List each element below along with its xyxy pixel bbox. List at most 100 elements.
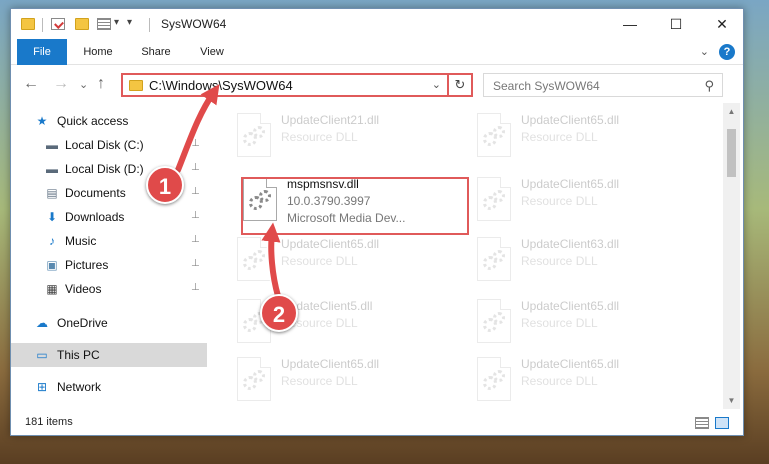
search-placeholder: Search SysWOW64 bbox=[493, 79, 600, 93]
address-bar[interactable]: C:\Windows\SysWOW64 ⌄ ↻ bbox=[121, 73, 473, 97]
file-name: UpdateClient65.dll bbox=[521, 299, 620, 313]
file-type: Resource DLL bbox=[281, 130, 358, 144]
dll-file-icon bbox=[477, 237, 511, 281]
file-item[interactable]: UpdateClient65.dll Resource DLL bbox=[471, 353, 691, 409]
selection-highlight bbox=[241, 177, 469, 235]
vertical-scrollbar[interactable]: ▲ ▼ bbox=[723, 103, 740, 409]
sidebar-item-label: Pictures bbox=[65, 258, 109, 272]
sidebar-item-quick-access[interactable]: ★ Quick access bbox=[11, 109, 207, 133]
file-item[interactable]: UpdateClient65.dll Resource DLL bbox=[471, 173, 691, 229]
chevron-down-icon[interactable]: ⌄ bbox=[432, 78, 441, 91]
up-button[interactable]: ↑ bbox=[97, 75, 105, 93]
pin-icon[interactable]: ⊥ bbox=[191, 282, 200, 293]
address-path[interactable]: C:\Windows\SysWOW64 bbox=[149, 78, 293, 93]
tab-share[interactable]: Share bbox=[133, 39, 179, 65]
back-button[interactable]: ← bbox=[23, 75, 39, 93]
step-2-badge: 2 bbox=[260, 294, 298, 332]
pin-icon[interactable]: ⊥ bbox=[191, 258, 200, 269]
recent-locations-button[interactable]: ⌄ bbox=[79, 78, 88, 91]
video-icon: ▦ bbox=[46, 282, 58, 296]
scroll-up-icon[interactable]: ▲ bbox=[723, 103, 740, 120]
file-name: UpdateClient21.dll bbox=[281, 113, 380, 127]
file-name: UpdateClient63.dll bbox=[521, 237, 620, 251]
quick-access-menu-icon[interactable] bbox=[97, 18, 111, 30]
file-type: Resource DLL bbox=[521, 374, 598, 388]
pin-icon[interactable]: ⊥ bbox=[191, 234, 200, 245]
file-item[interactable]: UpdateClient65.dll Resource DLL bbox=[471, 295, 691, 351]
status-bar: 181 items bbox=[11, 411, 743, 435]
cloud-icon: ☁ bbox=[36, 316, 48, 330]
properties-icon[interactable] bbox=[51, 18, 65, 30]
file-type: Resource DLL bbox=[281, 254, 358, 268]
chevron-down-icon[interactable]: ▾ bbox=[114, 17, 119, 28]
item-count: 181 items bbox=[25, 416, 73, 428]
file-type: Resource DLL bbox=[521, 130, 598, 144]
file-item[interactable]: UpdateClient65.dll Resource DLL bbox=[471, 109, 691, 165]
pin-icon[interactable]: ⊥ bbox=[191, 162, 200, 173]
search-icon[interactable]: ⚲ bbox=[704, 78, 714, 94]
sidebar-item-music[interactable]: ♪ Music ⊥ bbox=[11, 229, 207, 253]
network-icon: ⊞ bbox=[36, 380, 48, 394]
folder-icon bbox=[129, 80, 143, 91]
sidebar-item-network[interactable]: ⊞ Network bbox=[11, 375, 207, 399]
title-bar: ▾ ▾ SysWOW64 — ☐ ✕ bbox=[11, 9, 743, 39]
pin-icon[interactable]: ⊥ bbox=[191, 210, 200, 221]
file-item[interactable]: UpdateClient63.dll Resource DLL bbox=[471, 233, 691, 289]
star-icon: ★ bbox=[36, 114, 48, 128]
help-icon[interactable]: ? bbox=[719, 44, 735, 60]
file-type: Resource DLL bbox=[521, 316, 598, 330]
file-item[interactable]: UpdateClient65.dll Resource DLL bbox=[231, 353, 451, 409]
scroll-down-icon[interactable]: ▼ bbox=[723, 392, 740, 409]
expand-ribbon-icon[interactable]: ⌄ bbox=[700, 45, 709, 58]
folder-icon bbox=[21, 18, 35, 30]
toolbar-divider bbox=[149, 18, 150, 32]
file-explorer-window: ▾ ▾ SysWOW64 — ☐ ✕ File Home Share View … bbox=[10, 8, 744, 436]
details-view-icon[interactable] bbox=[695, 417, 709, 429]
dll-file-icon bbox=[477, 357, 511, 401]
file-name: UpdateClient65.dll bbox=[281, 357, 380, 371]
sidebar-item-label: Network bbox=[57, 380, 102, 394]
pin-icon[interactable]: ⊥ bbox=[191, 186, 200, 197]
dll-file-icon bbox=[237, 237, 271, 281]
search-input[interactable]: Search SysWOW64 ⚲ bbox=[483, 73, 723, 97]
forward-button[interactable]: → bbox=[53, 75, 69, 93]
file-name: UpdateClient65.dll bbox=[281, 237, 380, 251]
drive-icon: ▬ bbox=[46, 162, 58, 176]
large-icons-view-icon[interactable] bbox=[715, 417, 729, 429]
pin-icon[interactable]: ⊥ bbox=[191, 138, 200, 149]
window-title: SysWOW64 bbox=[161, 17, 227, 31]
file-type: Resource DLL bbox=[521, 254, 598, 268]
download-icon: ⬇ bbox=[46, 210, 58, 224]
sidebar-item-label: Local Disk (D:) bbox=[65, 162, 144, 176]
sidebar-item-label: Quick access bbox=[57, 114, 129, 128]
tab-home[interactable]: Home bbox=[75, 39, 121, 65]
sidebar-item-label: Videos bbox=[65, 282, 102, 296]
dll-file-icon bbox=[477, 113, 511, 157]
close-button[interactable]: ✕ bbox=[699, 9, 745, 39]
minimize-button[interactable]: — bbox=[607, 9, 653, 39]
sidebar-item-downloads[interactable]: ⬇ Downloads ⊥ bbox=[11, 205, 207, 229]
dll-file-icon bbox=[237, 113, 271, 157]
customize-toolbar-icon[interactable]: ▾ bbox=[127, 17, 132, 28]
sidebar-item-onedrive[interactable]: ☁ OneDrive bbox=[11, 311, 207, 335]
refresh-button[interactable]: ↻ bbox=[447, 73, 471, 97]
file-list: UpdateClient21.dll Resource DLL mspmsnsv… bbox=[217, 103, 723, 409]
pictures-icon: ▣ bbox=[46, 258, 58, 272]
sidebar-item-this-pc[interactable]: ▭ This PC bbox=[11, 343, 207, 367]
sidebar-item-local-disk-c[interactable]: ▬ Local Disk (C:) ⊥ bbox=[11, 133, 207, 157]
tab-view[interactable]: View bbox=[189, 39, 235, 65]
tab-file[interactable]: File bbox=[17, 39, 67, 65]
computer-icon: ▭ bbox=[36, 348, 48, 362]
sidebar-item-label: Music bbox=[65, 234, 97, 248]
sidebar-item-pictures[interactable]: ▣ Pictures ⊥ bbox=[11, 253, 207, 277]
dll-file-icon bbox=[237, 357, 271, 401]
file-item[interactable]: UpdateClient65.dll Resource DLL bbox=[231, 233, 451, 289]
sidebar-item-videos[interactable]: ▦ Videos ⊥ bbox=[11, 277, 207, 301]
step-1-badge: 1 bbox=[146, 166, 184, 204]
dll-file-icon bbox=[477, 177, 511, 221]
new-folder-icon[interactable] bbox=[75, 18, 89, 30]
file-item[interactable]: UpdateClient21.dll Resource DLL bbox=[231, 109, 451, 165]
sidebar-item-label: This PC bbox=[57, 348, 100, 362]
scrollbar-thumb[interactable] bbox=[727, 129, 736, 177]
maximize-button[interactable]: ☐ bbox=[653, 9, 699, 39]
